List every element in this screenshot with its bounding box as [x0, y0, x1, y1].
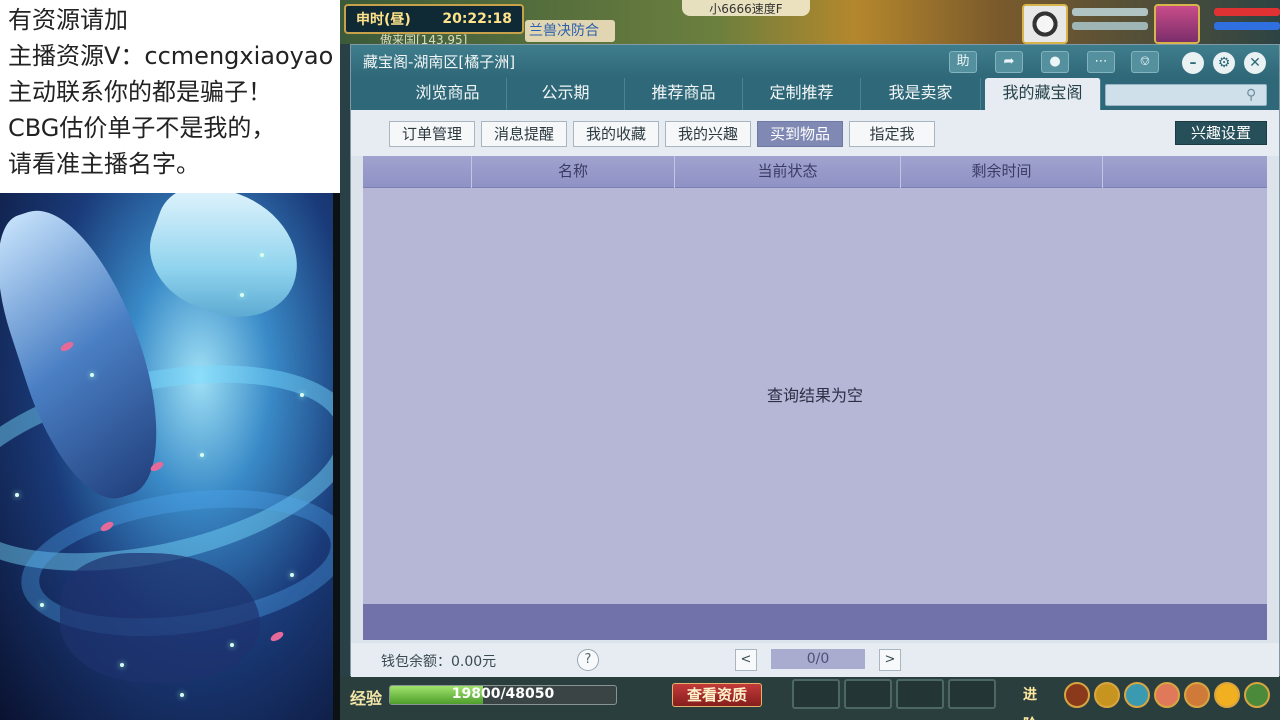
- handshake-icon[interactable]: [1184, 682, 1210, 708]
- smile-icon[interactable]: [1214, 682, 1240, 708]
- record-icon[interactable]: ●: [1041, 51, 1069, 73]
- table-header: 名称 当前状态 剩余时间: [363, 156, 1267, 188]
- rank-up-icon[interactable]: 进阶: [1018, 680, 1042, 720]
- screen: 有资源请加 主播资源V：ccmengxiaoyao 主动联系你的都是骗子！ CB…: [0, 0, 1280, 720]
- cart-icon[interactable]: ⎊: [1131, 51, 1159, 73]
- column-header: [363, 156, 472, 188]
- prev-page-button[interactable]: <: [735, 649, 757, 671]
- share-icon[interactable]: ➦: [995, 51, 1023, 73]
- character-artwork: [0, 193, 333, 720]
- tab-public[interactable]: 公示期: [507, 78, 625, 110]
- exp-label: 经验: [350, 689, 383, 708]
- empty-result-message: 查询结果为空: [766, 386, 863, 405]
- tab-seller[interactable]: 我是卖家: [861, 78, 981, 110]
- results-table: 名称 当前状态 剩余时间 查询结果为空: [363, 156, 1267, 640]
- window-title: 藏宝阁-湖南区[橘子洲]: [363, 53, 516, 71]
- window-footer: 钱包余额：0.00元 ? < 0/0 >: [351, 643, 1279, 677]
- bell-icon[interactable]: [1094, 682, 1120, 708]
- player-mp-bar: [1214, 22, 1280, 30]
- subtab-interests[interactable]: 我的兴趣: [665, 121, 751, 147]
- chat-icon[interactable]: ⋯: [1087, 51, 1115, 73]
- column-header-remaining: 剩余时间: [901, 156, 1103, 188]
- skill-slot[interactable]: [844, 679, 892, 709]
- note-line: 请看准主播名字。: [8, 150, 200, 178]
- skill-slot[interactable]: [792, 679, 840, 709]
- minimize-icon[interactable]: –: [1182, 52, 1204, 74]
- bag-icon[interactable]: [1064, 682, 1090, 708]
- note-line: 主动联系你的都是骗子！: [8, 78, 272, 106]
- game-clock: 申时(昼) 20:22:18: [344, 4, 524, 34]
- search-input[interactable]: ⚲: [1105, 84, 1267, 106]
- tab-browse[interactable]: 浏览商品: [389, 78, 507, 110]
- next-page-button[interactable]: >: [879, 649, 901, 671]
- note-line: 主播资源V：ccmengxiaoyao: [8, 42, 334, 70]
- view-qualification-button[interactable]: 查看资质: [672, 683, 762, 707]
- pet-mp-bar: [1072, 22, 1148, 30]
- page-indicator: 0/0: [771, 649, 865, 669]
- scroll-icon[interactable]: [1124, 682, 1150, 708]
- peach-icon[interactable]: [1154, 682, 1180, 708]
- interest-settings-button[interactable]: 兴趣设置: [1175, 121, 1267, 145]
- tab-custom[interactable]: 定制推荐: [743, 78, 861, 110]
- time-period: 申时(昼): [356, 12, 411, 28]
- tab-recommended[interactable]: 推荐商品: [625, 78, 743, 110]
- column-header-name: 名称: [472, 156, 675, 188]
- pet-portrait[interactable]: [1022, 4, 1068, 44]
- system-icon[interactable]: [1244, 682, 1270, 708]
- note-line: CBG估价单子不是我的，: [8, 114, 276, 142]
- game-side-panel: [340, 44, 350, 680]
- quest-tracker[interactable]: 兰兽决防合: [525, 20, 615, 42]
- clock-time: 20:22:18: [442, 11, 512, 27]
- tab-my-cbg[interactable]: 我的藏宝阁: [985, 78, 1101, 110]
- note-line: 有资源请加: [8, 6, 128, 34]
- skill-slot[interactable]: [896, 679, 944, 709]
- subtab-messages[interactable]: 消息提醒: [481, 121, 567, 147]
- pet-hp-bar: [1072, 8, 1148, 16]
- column-header: [1103, 156, 1267, 188]
- player-portrait[interactable]: [1154, 4, 1200, 44]
- subtab-orders[interactable]: 订单管理: [389, 121, 475, 147]
- cbg-window: 藏宝阁-湖南区[橘子洲] 助 ➦ ● ⋯ ⎊ – ⚙ ✕ 浏览商品 公示期 推荐…: [350, 44, 1280, 677]
- help-icon[interactable]: ?: [577, 649, 599, 671]
- divider: [333, 193, 340, 720]
- subtab-favorites[interactable]: 我的收藏: [573, 121, 659, 147]
- subtab-purchased[interactable]: 买到物品: [757, 121, 843, 147]
- player-hp-bar: [1214, 8, 1280, 16]
- table-footer: [363, 604, 1267, 640]
- gear-icon[interactable]: ⚙: [1213, 52, 1235, 74]
- close-icon[interactable]: ✕: [1244, 52, 1266, 74]
- streamer-notes: 有资源请加 主播资源V：ccmengxiaoyao 主动联系你的都是骗子！ CB…: [0, 0, 340, 193]
- subtab-assigned[interactable]: 指定我: [849, 121, 935, 147]
- sub-tabs: 订单管理 消息提醒 我的收藏 我的兴趣 买到物品 指定我 兴趣设置: [351, 110, 1279, 156]
- exp-value: 19800/48050: [451, 686, 555, 702]
- column-header-status: 当前状态: [675, 156, 901, 188]
- assist-button[interactable]: 助: [949, 51, 977, 73]
- search-icon[interactable]: ⚲: [1246, 87, 1262, 103]
- window-titlebar[interactable]: 藏宝阁-湖南区[橘子洲] 助 ➦ ● ⋯ ⎊ – ⚙ ✕: [351, 45, 1279, 78]
- speed-banner: 小6666速度F: [682, 0, 810, 16]
- skill-slot[interactable]: [948, 679, 996, 709]
- wallet-balance: 钱包余额：0.00元: [381, 654, 497, 670]
